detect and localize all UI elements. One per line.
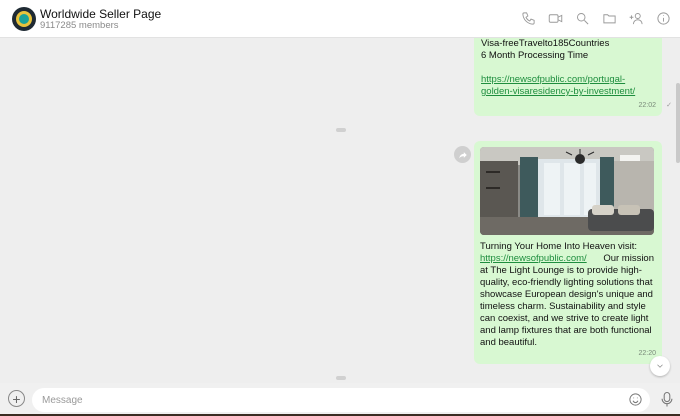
phone-icon[interactable]	[520, 10, 537, 27]
message-input[interactable]	[32, 388, 650, 412]
message-line: 6 Month Processing Time	[481, 50, 589, 61]
read-ticks-icon: ✓	[666, 102, 672, 109]
date-separator	[336, 376, 346, 380]
video-icon[interactable]	[547, 10, 564, 27]
group-title[interactable]: Worldwide Seller Page	[40, 7, 161, 21]
microphone-icon[interactable]	[660, 391, 674, 408]
living-room-photo[interactable]	[480, 147, 654, 235]
forward-icon	[458, 151, 467, 158]
message-line: Visa-freeTravelto185Countries	[481, 38, 610, 49]
info-icon[interactable]	[655, 10, 672, 27]
message-link[interactable]: https://newsofpublic.com/portugal-golden…	[481, 74, 655, 98]
chat-header: Worldwide Seller Page 9117285 members	[0, 0, 680, 38]
emoji-icon[interactable]	[628, 392, 643, 407]
message-body: Turning Your Home Into Heaven visit: htt…	[480, 241, 656, 349]
message-list[interactable]: Visa-freeTravelto185Countries 6 Month Pr…	[0, 38, 680, 383]
message-time: 22:02	[638, 102, 656, 109]
search-icon[interactable]	[574, 10, 591, 27]
add-user-icon[interactable]	[628, 10, 645, 27]
member-count: 9117285 members	[40, 20, 119, 31]
folder-icon[interactable]	[601, 10, 618, 27]
header-actions	[520, 10, 672, 28]
group-avatar[interactable]	[12, 7, 36, 31]
forward-button[interactable]	[454, 146, 471, 163]
scrollbar[interactable]	[676, 83, 680, 163]
composer: +	[0, 383, 680, 416]
date-separator	[336, 128, 346, 132]
message-link[interactable]: https://newsofpublic.com/	[480, 253, 587, 264]
message-text: Turning Your Home Into Heaven visit:	[480, 241, 638, 252]
message-bubble[interactable]: Turning Your Home Into Heaven visit: htt…	[474, 141, 662, 364]
message-text: Our mission at The Light Lounge is to pr…	[480, 253, 654, 348]
scroll-down-button[interactable]	[650, 356, 670, 376]
chevron-down-icon	[657, 364, 663, 368]
attach-plus-icon[interactable]: +	[8, 390, 25, 407]
message-bubble[interactable]: Visa-freeTravelto185Countries 6 Month Pr…	[474, 38, 672, 116]
